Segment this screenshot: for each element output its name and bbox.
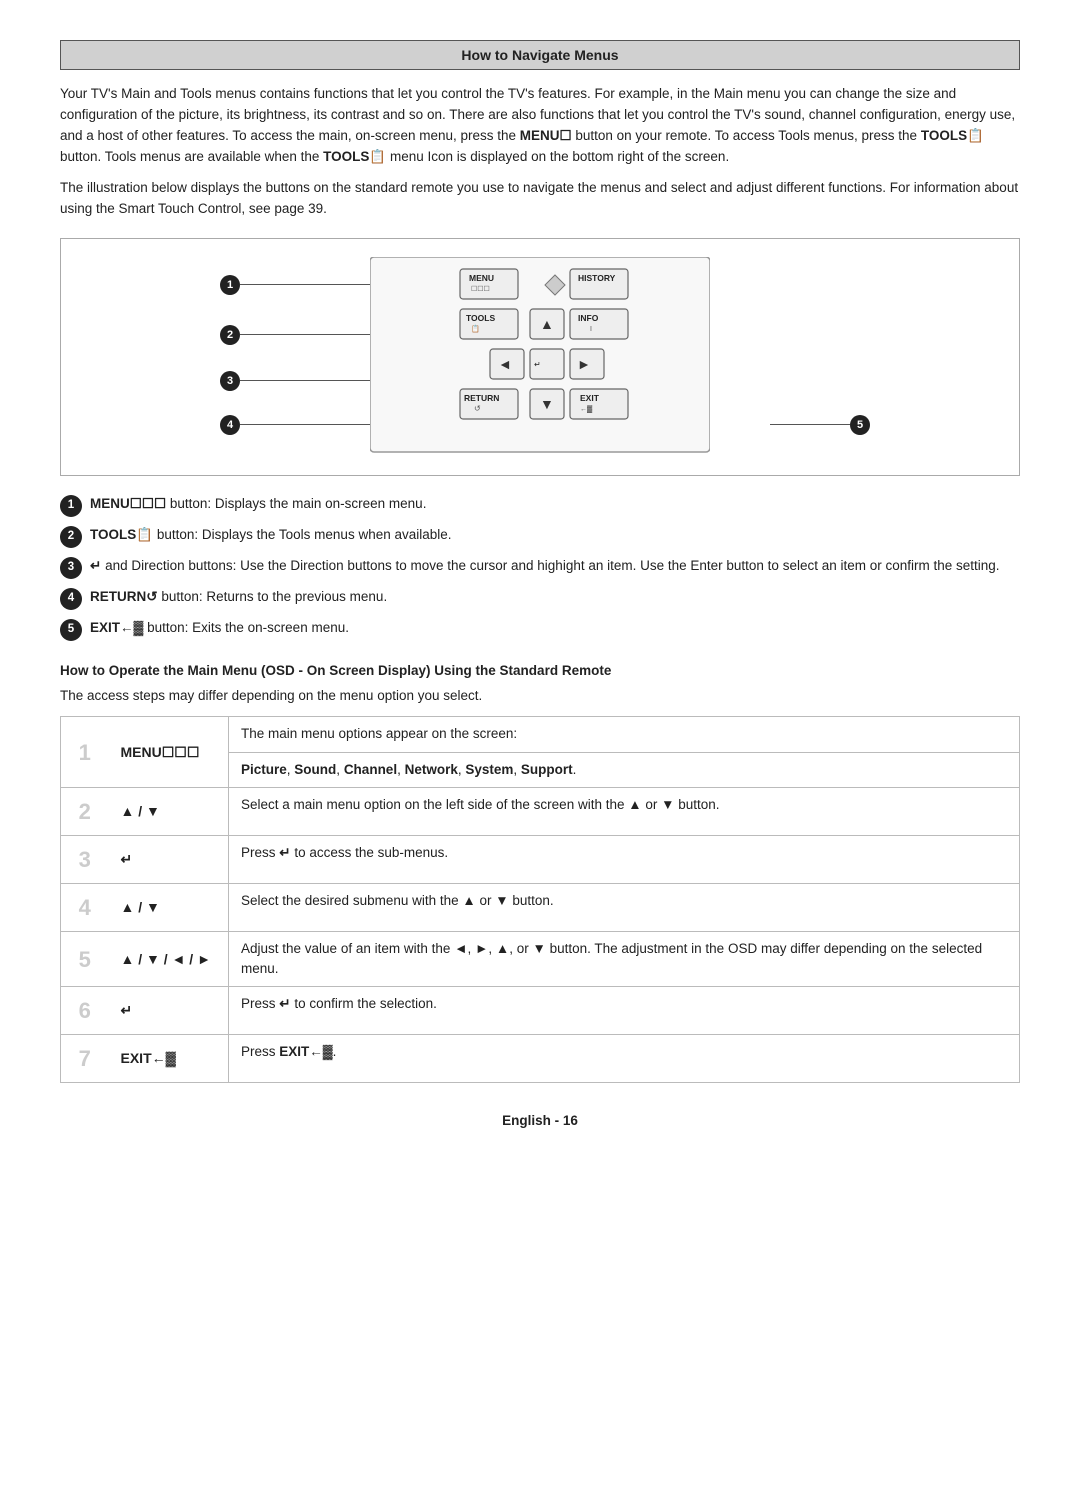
bullet-text-5: EXIT←▓ button: Exits the on-screen menu.: [90, 618, 349, 638]
svg-text:▼: ▼: [540, 396, 554, 412]
svg-text:📋: 📋: [471, 324, 480, 333]
callout-5: 5: [850, 415, 870, 435]
osd-row-4: 4 ▲ / ▼ Select the desired submenu with …: [61, 883, 1020, 931]
bullet-num-2: 2: [60, 526, 82, 548]
osd-icon-4: ▲ / ▼: [109, 883, 229, 931]
osd-num-6: 6: [61, 987, 109, 1035]
bullet-item-3: 3 ↵ and Direction buttons: Use the Direc…: [60, 556, 1020, 579]
remote-buttons-svg: MENU ☐☐☐ HISTORY TOOLS 📋 ▲ INFO I ◄: [370, 257, 710, 457]
osd-desc-7: Press EXIT←▓.: [229, 1035, 1020, 1083]
svg-text:INFO: INFO: [578, 313, 599, 323]
osd-row-5: 5 ▲ / ▼ / ◄ / ► Adjust the value of an i…: [61, 931, 1020, 987]
osd-desc-5: Adjust the value of an item with the ◄, …: [229, 931, 1020, 987]
osd-num-7: 7: [61, 1035, 109, 1083]
svg-text:☐☐☐: ☐☐☐: [471, 285, 490, 293]
osd-table: 1 MENU☐☐☐ The main menu options appear o…: [60, 716, 1020, 1083]
osd-row-7: 7 EXIT←▓ Press EXIT←▓.: [61, 1035, 1020, 1083]
osd-icon-1: MENU☐☐☐: [109, 717, 229, 788]
line-5: [770, 424, 850, 425]
intro-paragraph2: The illustration below displays the butt…: [60, 178, 1020, 220]
osd-desc-1b: Picture, Sound, Channel, Network, System…: [229, 752, 1020, 787]
svg-text:I: I: [590, 326, 592, 333]
svg-text:↺: ↺: [474, 404, 481, 413]
section-header: How to Navigate Menus: [60, 40, 1020, 70]
osd-num-4: 4: [61, 883, 109, 931]
bullet-num-5: 5: [60, 619, 82, 641]
bullet-text-4: RETURN↺ button: Returns to the previous …: [90, 587, 387, 607]
svg-text:EXIT: EXIT: [580, 393, 600, 403]
bullet-item-1: 1 MENU☐☐☐ button: Displays the main on-s…: [60, 494, 1020, 517]
bullet-text-3: ↵ and Direction buttons: Use the Directi…: [90, 556, 1000, 576]
osd-desc-6: Press ↵ to confirm the selection.: [229, 987, 1020, 1035]
svg-text:↵: ↵: [534, 360, 541, 369]
osd-row-1: 1 MENU☐☐☐ The main menu options appear o…: [61, 717, 1020, 752]
bullet-item-2: 2 TOOLS📋 button: Displays the Tools menu…: [60, 525, 1020, 548]
svg-text:MENU: MENU: [469, 273, 494, 283]
osd-desc-2: Select a main menu option on the left si…: [229, 787, 1020, 835]
callout-4: 4: [220, 415, 240, 435]
remote-diagram: 1 2 3 4 5 MENU ☐☐☐ HISTORY: [60, 238, 1020, 476]
subsection-subtitle: The access steps may differ depending on…: [60, 686, 1020, 707]
osd-desc-1a: The main menu options appear on the scre…: [229, 717, 1020, 752]
bullet-item-4: 4 RETURN↺ button: Returns to the previou…: [60, 587, 1020, 610]
osd-icon-3: ↵: [109, 835, 229, 883]
osd-num-1: 1: [61, 717, 109, 788]
osd-desc-4: Select the desired submenu with the ▲ or…: [229, 883, 1020, 931]
osd-icon-6: ↵: [109, 987, 229, 1035]
callout-1: 1: [220, 275, 240, 295]
svg-text:TOOLS: TOOLS: [466, 313, 495, 323]
numbered-bullets-list: 1 MENU☐☐☐ button: Displays the main on-s…: [60, 494, 1020, 641]
intro-paragraph1: Your TV's Main and Tools menus contains …: [60, 84, 1020, 168]
svg-text:←▓: ←▓: [580, 405, 593, 413]
footer-label: English - 16: [60, 1113, 1020, 1128]
svg-text:◄: ◄: [498, 356, 512, 372]
subsection-title: How to Operate the Main Menu (OSD - On S…: [60, 663, 1020, 678]
svg-text:RETURN: RETURN: [464, 393, 499, 403]
bullet-num-4: 4: [60, 588, 82, 610]
bullet-num-3: 3: [60, 557, 82, 579]
osd-icon-5: ▲ / ▼ / ◄ / ►: [109, 931, 229, 987]
osd-icon-7: EXIT←▓: [109, 1035, 229, 1083]
osd-row-2: 2 ▲ / ▼ Select a main menu option on the…: [61, 787, 1020, 835]
osd-num-3: 3: [61, 835, 109, 883]
osd-num-2: 2: [61, 787, 109, 835]
svg-text:►: ►: [577, 356, 591, 372]
svg-text:HISTORY: HISTORY: [578, 273, 616, 283]
svg-text:▲: ▲: [540, 316, 554, 332]
callout-2: 2: [220, 325, 240, 345]
osd-row-3: 3 ↵ Press ↵ to access the sub-menus.: [61, 835, 1020, 883]
osd-desc-3: Press ↵ to access the sub-menus.: [229, 835, 1020, 883]
osd-row-6: 6 ↵ Press ↵ to confirm the selection.: [61, 987, 1020, 1035]
osd-icon-2: ▲ / ▼: [109, 787, 229, 835]
bullet-item-5: 5 EXIT←▓ button: Exits the on-screen men…: [60, 618, 1020, 641]
bullet-text-2: TOOLS📋 button: Displays the Tools menus …: [90, 525, 452, 545]
callout-3: 3: [220, 371, 240, 391]
osd-num-5: 5: [61, 931, 109, 987]
bullet-num-1: 1: [60, 495, 82, 517]
bullet-text-1: MENU☐☐☐ button: Displays the main on-scr…: [90, 494, 426, 514]
